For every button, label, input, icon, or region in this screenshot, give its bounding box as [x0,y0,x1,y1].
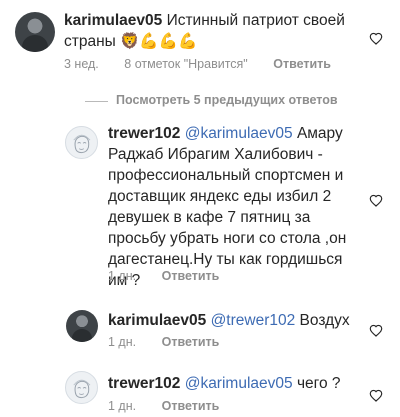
sketch-face-icon [73,134,91,154]
comment-text: karimulaev05 Истинный патриот своей стра… [64,10,364,52]
comment-item: karimulaev05 Истинный патриот своей стра… [0,0,400,80]
comment-body: Воздух [299,312,350,329]
comment-username[interactable]: trewer102 [108,375,180,392]
divider-line [85,101,108,102]
comment-body: Амару Раджаб Ибрагим Халибович - професс… [108,125,347,289]
view-previous-label[interactable]: Посмотреть 5 предыдущих ответов [116,93,338,107]
comment-item: trewer102 @karimulaev05 Амару Раджаб Ибр… [0,118,400,293]
reply-button[interactable]: Ответить [273,57,331,71]
comment-likes[interactable]: 8 отметок "Нравится" [124,57,247,71]
heart-outline-icon[interactable] [369,389,383,402]
comment-username[interactable]: trewer102 [108,125,180,142]
comment-meta: 1 дн. Ответить [108,335,241,349]
comment-body: чего ? [296,375,341,392]
sketch-face-icon [73,379,91,399]
avatar[interactable] [15,12,55,52]
comment-item: trewer102 @karimulaev05 чего ? 1 дн. Отв… [0,363,400,417]
comment-meta: 3 нед. 8 отметок "Нравится" Ответить [64,57,353,71]
comment-mention[interactable]: @karimulaev05 [185,125,293,142]
comment-item: karimulaev05 @trewer102 Воздух 1 дн. Отв… [0,300,400,360]
view-previous-replies[interactable]: Посмотреть 5 предыдущих ответов [85,93,375,109]
avatar[interactable] [66,310,98,342]
comment-text: karimulaev05 @trewer102 Воздух [108,310,363,331]
comment-text: trewer102 @karimulaev05 чего ? [108,373,363,394]
comment-meta: 1 дн. Ответить [108,399,241,413]
comment-text: trewer102 @karimulaev05 Амару Раджаб Ибр… [108,123,363,291]
comment-mention[interactable]: @trewer102 [211,312,296,329]
reply-button[interactable]: Ответить [162,335,220,349]
comment-username[interactable]: karimulaev05 [108,312,206,329]
comment-time: 1 дн. [108,399,137,413]
comment-meta: 1 дн. Ответить [108,269,241,283]
heart-outline-icon[interactable] [369,324,383,337]
heart-outline-icon[interactable] [369,194,383,207]
heart-outline-icon[interactable] [369,32,383,45]
comment-time: 3 нед. [64,57,99,71]
comment-mention[interactable]: @karimulaev05 [185,375,293,392]
avatar[interactable] [65,126,98,159]
comment-time: 1 дн. [108,269,137,283]
reply-button[interactable]: Ответить [162,399,220,413]
comment-time: 1 дн. [108,335,137,349]
avatar[interactable] [65,371,98,404]
comment-username[interactable]: karimulaev05 [64,12,162,29]
reply-button[interactable]: Ответить [162,269,220,283]
